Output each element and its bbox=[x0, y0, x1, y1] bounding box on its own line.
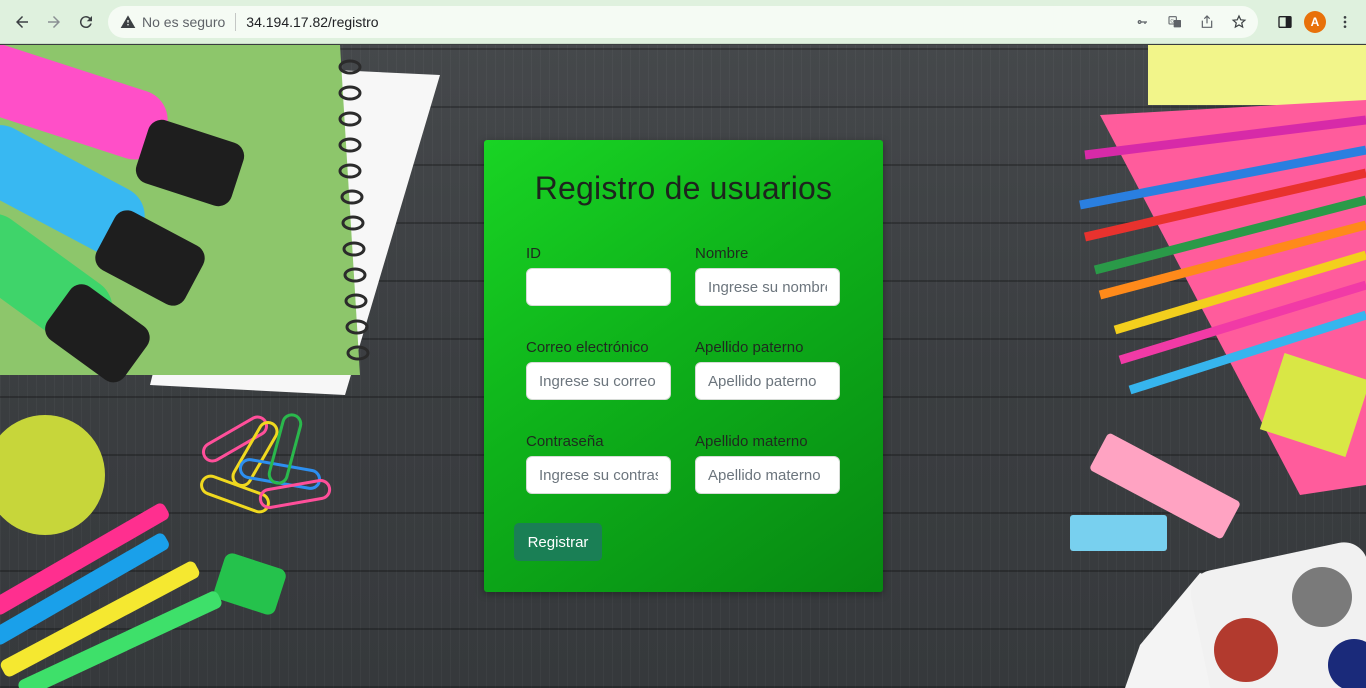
star-icon bbox=[1231, 14, 1247, 29]
key-icon bbox=[1137, 19, 1147, 24]
gray-paint-shape bbox=[1292, 567, 1352, 627]
contrasena-input[interactable] bbox=[526, 456, 671, 494]
apellido-paterno-label: Apellido paterno bbox=[695, 339, 804, 356]
nombre-input[interactable] bbox=[695, 268, 840, 306]
correo-input[interactable] bbox=[526, 362, 671, 400]
id-label: ID bbox=[526, 245, 541, 262]
apellido-materno-label: Apellido materno bbox=[695, 433, 808, 450]
forward-button[interactable] bbox=[38, 6, 70, 38]
paper-clips bbox=[200, 413, 332, 514]
form-title: Registro de usuarios bbox=[534, 170, 833, 206]
warning-icon[interactable] bbox=[120, 14, 136, 30]
profile-avatar[interactable]: A bbox=[1304, 11, 1326, 33]
reload-button[interactable] bbox=[70, 6, 102, 38]
registrar-button[interactable]: Registrar bbox=[514, 523, 602, 561]
back-button[interactable] bbox=[6, 6, 38, 38]
id-input[interactable] bbox=[526, 268, 671, 306]
correo-label: Correo electrónico bbox=[526, 339, 649, 356]
omnibox-actions: G bbox=[1130, 6, 1252, 38]
blue-eraser-shape bbox=[1070, 515, 1167, 551]
arrow-left-icon bbox=[16, 15, 28, 28]
toolbar-right: A bbox=[1272, 6, 1358, 38]
side-panel-icon bbox=[1278, 16, 1292, 28]
page-background: Registro de usuarios ID Nombre Correo el… bbox=[0, 45, 1366, 688]
browser-toolbar: No es seguro 34.194.17.82/registro G A bbox=[0, 0, 1366, 44]
share-icon bbox=[1201, 15, 1213, 28]
menu-button[interactable] bbox=[1332, 9, 1358, 35]
ruler-shape bbox=[1148, 45, 1366, 105]
apple-shape bbox=[0, 415, 105, 535]
reload-icon bbox=[79, 15, 92, 28]
apellido-paterno-input[interactable] bbox=[695, 362, 840, 400]
sharpener-shape bbox=[214, 553, 286, 615]
translate-button[interactable]: G bbox=[1162, 9, 1188, 35]
contrasena-label: Contraseña bbox=[526, 433, 604, 450]
apellido-materno-input[interactable] bbox=[695, 456, 840, 494]
bookmark-button[interactable] bbox=[1226, 9, 1252, 35]
translate-icon: G bbox=[1168, 16, 1181, 28]
arrow-right-icon bbox=[48, 15, 60, 28]
url-text[interactable]: 34.194.17.82/registro bbox=[246, 14, 378, 30]
svg-text:G: G bbox=[1170, 18, 1174, 24]
address-bar[interactable]: No es seguro 34.194.17.82/registro G bbox=[108, 6, 1258, 38]
registration-card: Registro de usuarios ID Nombre Correo el… bbox=[484, 140, 883, 592]
security-label[interactable]: No es seguro bbox=[142, 14, 225, 30]
nombre-label: Nombre bbox=[695, 245, 749, 262]
password-key-button[interactable] bbox=[1130, 9, 1156, 35]
red-paint-shape bbox=[1214, 618, 1278, 682]
more-vert-icon bbox=[1343, 16, 1347, 28]
omnibox-divider bbox=[235, 13, 237, 31]
side-panel-button[interactable] bbox=[1272, 9, 1298, 35]
share-button[interactable] bbox=[1194, 9, 1220, 35]
